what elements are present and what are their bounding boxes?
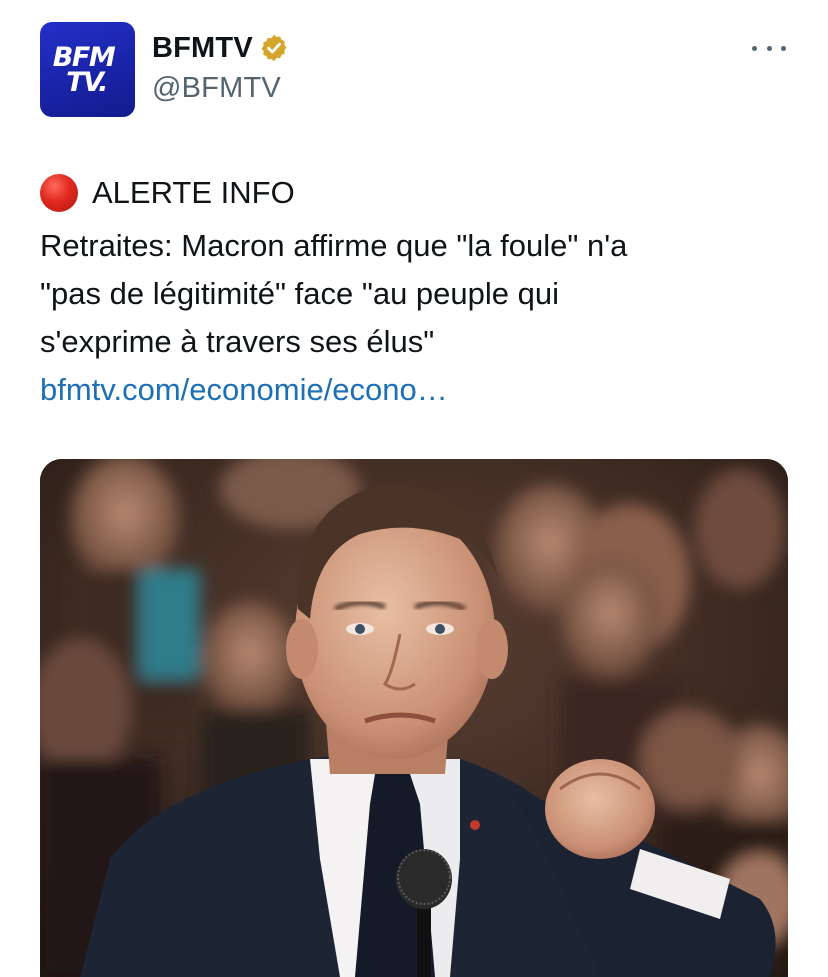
tweet-text-line: Retraites: Macron affirme que "la foule"…: [40, 228, 628, 263]
red-circle-icon: [40, 174, 78, 212]
article-link[interactable]: bfmtv.com/economie/econo…: [40, 366, 448, 414]
more-options-button[interactable]: [752, 38, 786, 58]
verified-badge-icon: [259, 33, 289, 63]
tweet-photo[interactable]: [40, 459, 788, 977]
name-row: BFMTV: [152, 30, 289, 66]
more-dot-icon: [781, 45, 786, 51]
tweet-text-line: "pas de légitimité" face "au peuple qui: [40, 276, 560, 311]
display-name[interactable]: BFMTV: [152, 32, 253, 65]
user-handle[interactable]: @BFMTV: [152, 72, 281, 105]
avatar-logo-line-1: BFM: [52, 41, 116, 73]
more-dot-icon: [766, 45, 772, 51]
tweet-text-line: s'exprime à travers ses élus": [40, 324, 435, 359]
avatar-logo-line-2: TV.: [66, 66, 108, 98]
tweet[interactable]: BFM TV. BFMTV @BFMTV ALERTE INFO Retrait…: [0, 0, 828, 977]
alert-line: ALERTE INFO: [40, 172, 295, 214]
more-dot-icon: [752, 45, 757, 51]
tweet-text: Retraites: Macron affirme que "la foule"…: [40, 222, 800, 366]
avatar[interactable]: BFM TV.: [40, 22, 135, 117]
alert-label: ALERTE INFO: [92, 175, 295, 210]
photo-illustration: [40, 459, 788, 977]
